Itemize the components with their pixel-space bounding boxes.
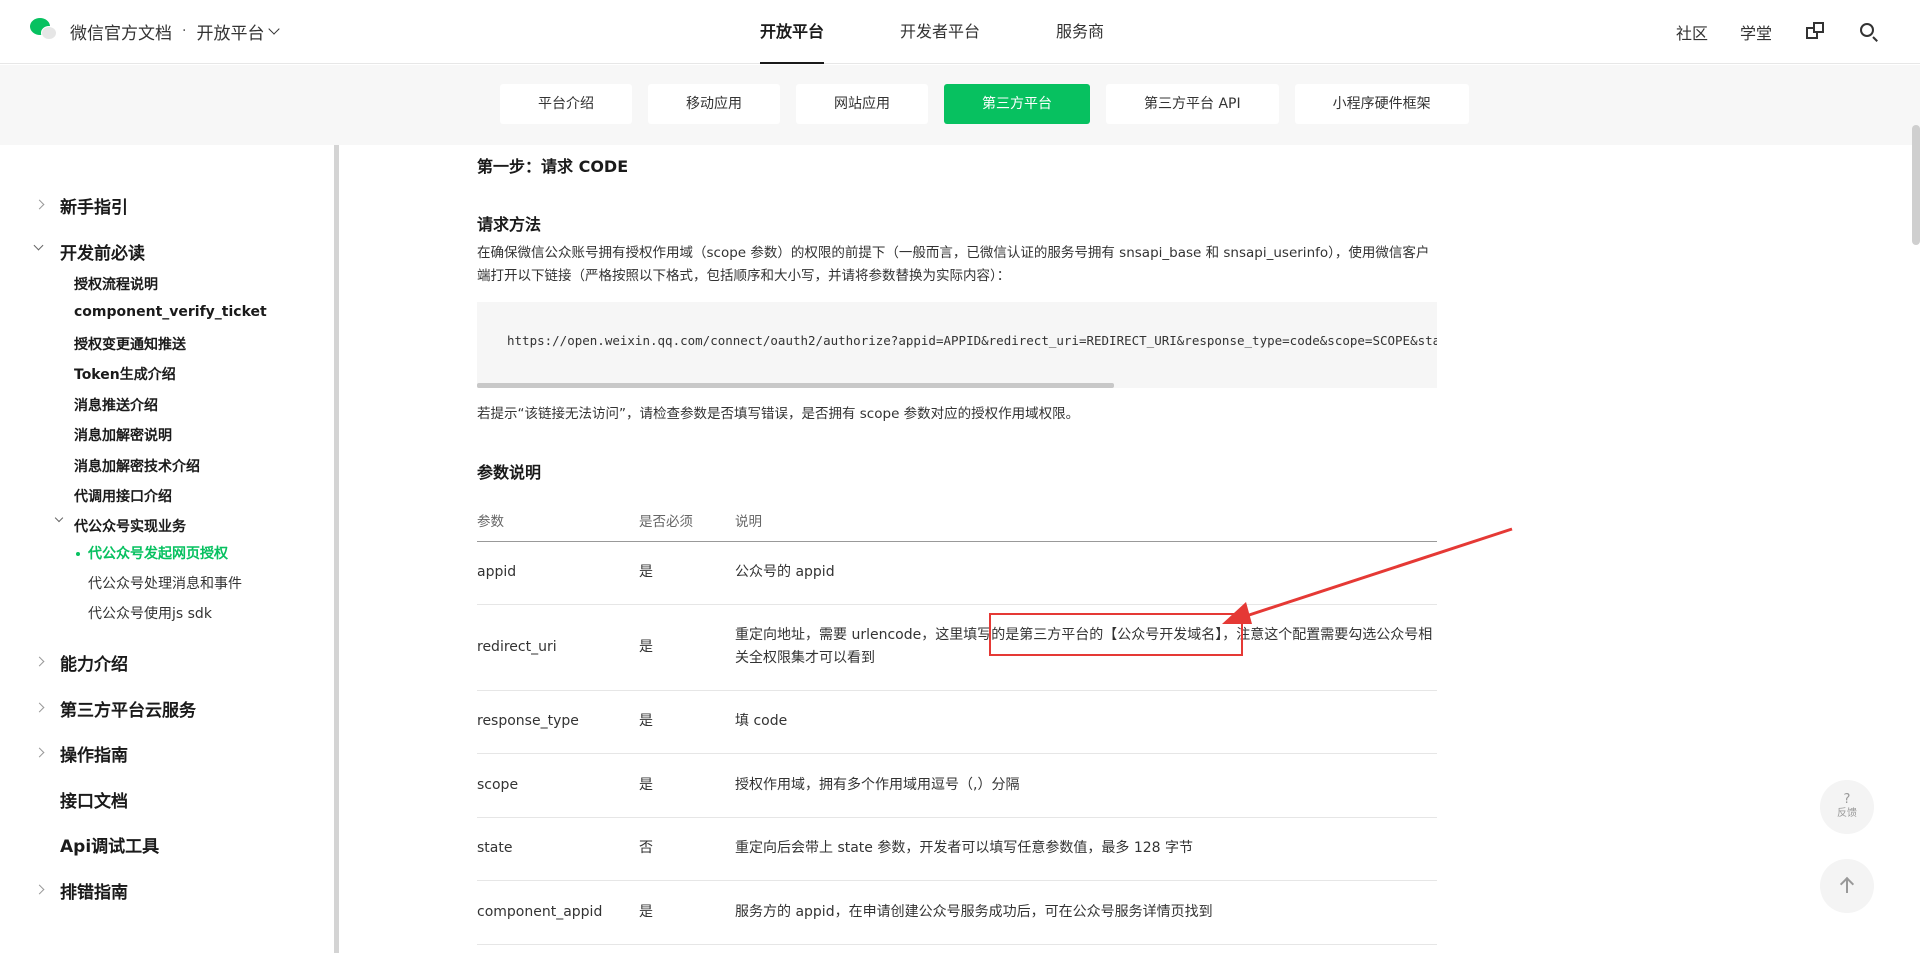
sidebar-item-auth-change-notify[interactable]: 授权变更通知推送	[74, 334, 186, 354]
sidebar-item-beginner-guide[interactable]: 新手指引	[60, 193, 128, 218]
auth-url-code: https://open.weixin.qq.com/connect/oauth…	[507, 333, 1437, 348]
sub-nav: 平台介绍 移动应用 网站应用 第三方平台 第三方平台 API 小程序硬件框架	[0, 65, 1920, 145]
sidebar-item-capabilities[interactable]: 能力介绍	[60, 650, 128, 675]
platform-switcher[interactable]: 开放平台	[196, 19, 281, 44]
param-desc: 授权作用域，拥有多个作用域用逗号（,）分隔	[735, 753, 1437, 818]
param-name: response_type	[477, 690, 639, 754]
param-required: 否	[639, 817, 735, 881]
tab-third-party-platform[interactable]: 第三方平台	[944, 84, 1090, 124]
academy-link[interactable]: 学堂	[1740, 20, 1772, 44]
main-nav: 开放平台 开发者平台 服务商	[760, 0, 1180, 64]
sidebar-item-encryption[interactable]: 消息加解密说明	[74, 425, 172, 445]
sidebar-item-operation-guide[interactable]: 操作指南	[60, 741, 128, 766]
brand-separator: ·	[182, 23, 187, 39]
external-link-icon[interactable]	[1804, 21, 1826, 43]
sidebar-item-handle-messages[interactable]: 代公众号处理消息和事件	[88, 573, 242, 593]
sidebar-item-js-sdk[interactable]: 代公众号使用js sdk	[88, 603, 212, 623]
sidebar-item-troubleshooting[interactable]: 排错指南	[60, 878, 128, 903]
tab-website-app[interactable]: 网站应用	[796, 84, 928, 124]
community-link[interactable]: 社区	[1676, 20, 1708, 44]
sidebar-item-cloud-service[interactable]: 第三方平台云服务	[60, 696, 196, 721]
param-name: scope	[477, 753, 639, 818]
nav-service-provider[interactable]: 服务商	[1056, 0, 1104, 64]
header-right: 社区 学堂	[1644, 0, 1880, 64]
param-required: 是	[639, 541, 735, 605]
method-title: 请求方法	[477, 215, 542, 234]
chevron-right-icon	[34, 884, 45, 895]
sidebar-item-web-auth[interactable]: 代公众号发起网页授权	[88, 543, 228, 563]
param-name: state	[477, 817, 639, 881]
feedback-button[interactable]: ? 反馈	[1820, 780, 1874, 834]
sidebar-item-message-push[interactable]: 消息推送介绍	[74, 395, 158, 415]
annotation-highlight-box	[989, 613, 1243, 656]
active-bullet	[76, 552, 80, 556]
param-name: redirect_uri	[477, 604, 639, 691]
sidebar: 新手指引 开发前必读 授权流程说明 component_verify_ticke…	[0, 145, 334, 953]
nav-open-platform[interactable]: 开放平台	[760, 0, 825, 64]
sidebar-item-proxy-api[interactable]: 代调用接口介绍	[74, 486, 172, 506]
chevron-down-icon	[54, 513, 64, 523]
table-row: state 否 重定向后会带上 state 参数，开发者可以填写任意参数值，最多…	[477, 817, 1437, 881]
chevron-right-icon	[34, 702, 45, 713]
param-required: 是	[639, 880, 735, 945]
code-scrollbar[interactable]	[477, 383, 1114, 388]
col-required: 是否必须	[639, 499, 735, 542]
search-icon[interactable]	[1858, 21, 1880, 43]
platform-label: 开放平台	[196, 23, 265, 44]
sidebar-item-proxy-business[interactable]: 代公众号实现业务	[74, 516, 186, 536]
param-required: 是	[639, 690, 735, 754]
param-required: 是	[639, 753, 735, 818]
chevron-right-icon	[34, 747, 45, 758]
chevron-down-icon	[33, 240, 44, 251]
question-icon: ?	[1843, 792, 1851, 807]
table-row: response_type 是 填 code	[477, 690, 1437, 754]
feedback-label: 反馈	[1837, 808, 1857, 819]
param-desc: 公众号的 appid	[735, 541, 1437, 605]
chevron-right-icon	[34, 199, 45, 210]
nav-developer-platform[interactable]: 开发者平台	[900, 0, 980, 64]
param-required: 是	[639, 604, 735, 691]
tab-mobile-app[interactable]: 移动应用	[648, 84, 780, 124]
param-name: appid	[477, 541, 639, 605]
param-name: component_appid	[477, 880, 639, 945]
page-scrollbar[interactable]	[1912, 125, 1920, 245]
tab-miniprogram-hardware[interactable]: 小程序硬件框架	[1294, 84, 1469, 124]
sidebar-item-api-docs[interactable]: 接口文档	[60, 787, 128, 812]
wechat-logo-icon	[30, 18, 60, 44]
table-row: scope 是 授权作用域，拥有多个作用域用逗号（,）分隔	[477, 753, 1437, 818]
hint-text: 若提示“该链接无法访问”，请检查参数是否填写错误，是否拥有 scope 参数对应…	[477, 406, 1080, 422]
main-content: 第一步：请求 CODE 请求方法 在确保微信公众账号拥有授权作用域（scope …	[340, 145, 1920, 953]
param-desc: 服务方的 appid，在申请创建公众号服务成功后，可在公众号服务详情页找到	[735, 880, 1437, 945]
sidebar-item-must-read[interactable]: 开发前必读	[60, 239, 145, 264]
arrow-up-icon	[1846, 879, 1848, 893]
brand[interactable]: 微信官方文档 · 开放平台	[30, 18, 281, 44]
params-title: 参数说明	[477, 463, 542, 482]
col-param: 参数	[477, 499, 639, 542]
sidebar-scrollbar[interactable]	[334, 145, 339, 953]
tab-platform-intro[interactable]: 平台介绍	[500, 84, 632, 124]
top-header: 微信官方文档 · 开放平台 开放平台 开发者平台 服务商 社区 学堂	[0, 0, 1920, 64]
method-text: 在确保微信公众账号拥有授权作用域（scope 参数）的权限的前提下（一般而言，已…	[477, 245, 1430, 284]
param-desc: 重定向后会带上 state 参数，开发者可以填写任意参数值，最多 128 字节	[735, 817, 1437, 881]
sidebar-item-auth-flow[interactable]: 授权流程说明	[74, 274, 158, 294]
tab-third-party-api[interactable]: 第三方平台 API	[1106, 84, 1279, 124]
param-desc: 填 code	[735, 690, 1437, 754]
code-block[interactable]: https://open.weixin.qq.com/connect/oauth…	[477, 302, 1437, 388]
sidebar-item-verify-ticket[interactable]: component_verify_ticket	[74, 304, 267, 320]
col-desc: 说明	[735, 499, 1437, 542]
chevron-right-icon	[34, 656, 45, 667]
sidebar-item-token-intro[interactable]: Token生成介绍	[74, 364, 176, 384]
sidebar-item-api-debug[interactable]: Api调试工具	[60, 832, 159, 857]
back-to-top-button[interactable]	[1820, 859, 1874, 913]
table-row: redirect_uri 是 重定向地址，需要 urlencode，这里填写的是…	[477, 604, 1437, 691]
table-row: component_appid 是 服务方的 appid，在申请创建公众号服务成…	[477, 880, 1437, 945]
chevron-down-icon	[268, 22, 281, 35]
sidebar-item-encryption-tech[interactable]: 消息加解密技术介绍	[74, 456, 200, 476]
table-row: appid 是 公众号的 appid	[477, 541, 1437, 605]
brand-name[interactable]: 微信官方文档	[70, 19, 172, 44]
step-title: 第一步：请求 CODE	[477, 157, 629, 176]
params-table: 参数 是否必须 说明 appid 是 公众号的 appid redirect_u…	[477, 499, 1437, 945]
